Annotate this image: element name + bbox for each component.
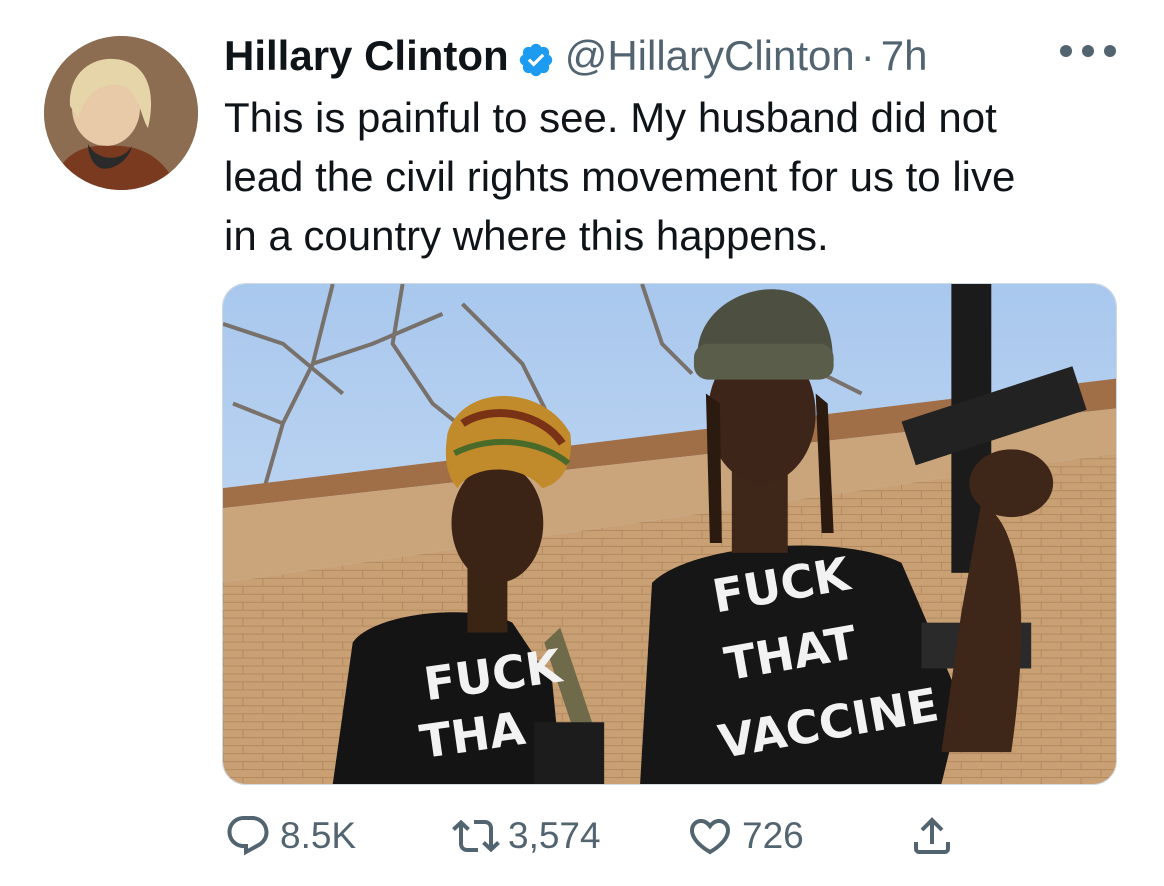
reply-count: 8.5K [280, 815, 357, 856]
tweet-text-line: lead the civil rights movement for us to… [224, 153, 1016, 200]
tweet-actions: 8.5K 3,574 726 [224, 808, 984, 864]
retweet-count: 3,574 [508, 815, 601, 856]
tweet-text-line: This is painful to see. My husband did n… [224, 94, 997, 141]
reply-icon [227, 816, 269, 856]
avatar[interactable] [44, 36, 198, 190]
retweet-icon [452, 819, 500, 853]
tweet-header: Hillary Clinton @HillaryClinton · 7h [224, 28, 927, 84]
share-button[interactable] [908, 808, 964, 864]
photo-scene: FUCK THA FUCK THAT VACCINE [223, 284, 1116, 784]
like-button[interactable]: 726 [686, 808, 804, 864]
tweet-text-line: in a country where this happens. [224, 212, 829, 259]
share-icon [914, 817, 950, 854]
separator-dot: · [860, 32, 875, 79]
heart-icon [689, 819, 731, 855]
author-handle[interactable]: @HillaryClinton [565, 28, 855, 84]
verified-badge-icon [517, 37, 555, 77]
like-count: 726 [742, 815, 804, 856]
tweet-text: This is painful to see. My husband did n… [224, 88, 1124, 265]
author-name[interactable]: Hillary Clinton [224, 28, 509, 84]
tweet-media-photo[interactable]: FUCK THA FUCK THAT VACCINE [222, 283, 1117, 785]
reply-button[interactable]: 8.5K [224, 808, 356, 864]
retweet-button[interactable]: 3,574 [452, 808, 601, 864]
avatar-photo [44, 36, 198, 190]
more-dots-icon[interactable] [1060, 36, 1116, 66]
tweet: Hillary Clinton @HillaryClinton · 7h Thi… [0, 0, 1164, 886]
tweet-time[interactable]: 7h [881, 28, 928, 84]
